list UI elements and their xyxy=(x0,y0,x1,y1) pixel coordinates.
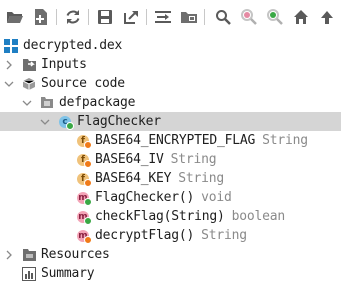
tree-row-class[interactable]: c FlagChecker xyxy=(0,112,341,131)
method-icon: m xyxy=(75,190,92,206)
member-type: String xyxy=(170,152,217,167)
tree-row-inputs[interactable]: Inputs xyxy=(0,55,341,74)
save-icon[interactable] xyxy=(94,6,116,28)
chevron-down-icon[interactable] xyxy=(4,79,14,89)
search-icon[interactable] xyxy=(212,6,234,28)
tree-row-source-code[interactable]: Source code xyxy=(0,74,341,93)
method-icon: m xyxy=(75,228,92,244)
tree-label-source-code: Source code xyxy=(41,76,125,91)
member-name: decryptFlag() xyxy=(95,228,195,243)
tree-row-package[interactable]: defpackage xyxy=(0,93,341,112)
resources-folder-icon xyxy=(21,247,37,263)
field-icon: f xyxy=(75,171,92,187)
grid-icon xyxy=(3,38,19,54)
chevron-down-icon[interactable] xyxy=(40,117,50,127)
tree-row-member[interactable]: m decryptFlag() String xyxy=(0,226,341,245)
class-icon: c xyxy=(57,114,74,130)
tree-label-inputs: Inputs xyxy=(41,57,87,72)
sync-editor-icon[interactable] xyxy=(152,6,174,28)
tree-row-member[interactable]: f BASE64_ENCRYPTED_FLAG String xyxy=(0,131,341,150)
tree-row-summary[interactable]: Summary xyxy=(0,264,341,283)
package-folder-icon xyxy=(39,95,55,111)
tree-label-package: defpackage xyxy=(59,95,136,110)
member-type: void xyxy=(201,190,232,205)
export-icon[interactable] xyxy=(120,6,142,28)
field-icon: f xyxy=(75,152,92,168)
chevron-right-icon[interactable] xyxy=(4,60,14,70)
member-name: checkFlag(String) xyxy=(95,209,225,224)
member-name: FlagChecker() xyxy=(95,190,195,205)
add-file-icon[interactable] xyxy=(30,6,52,28)
tree-row-root[interactable]: decrypted.dex xyxy=(0,36,341,55)
chevron-down-icon[interactable] xyxy=(22,98,32,108)
member-type: String xyxy=(178,171,225,186)
member-name: BASE64_KEY xyxy=(95,171,172,186)
search-usage-icon[interactable] xyxy=(264,6,286,28)
tree-label-summary: Summary xyxy=(41,266,95,281)
flatten-packages-icon[interactable] xyxy=(178,6,200,28)
tree-row-member[interactable]: f BASE64_KEY String xyxy=(0,169,341,188)
search-class-icon[interactable] xyxy=(238,6,260,28)
home-icon[interactable] xyxy=(290,6,312,28)
member-name: BASE64_IV xyxy=(95,152,164,167)
member-type: boolean xyxy=(231,209,286,224)
tree-label-resources: Resources xyxy=(41,247,110,262)
inputs-folder-icon xyxy=(21,57,37,73)
arrow-up-icon[interactable] xyxy=(316,6,338,28)
field-icon: f xyxy=(75,133,92,149)
tree-row-member[interactable]: f BASE64_IV String xyxy=(0,150,341,169)
open-folder-icon[interactable] xyxy=(4,6,26,28)
tree-row-member[interactable]: m checkFlag(String) boolean xyxy=(0,207,341,226)
package-box-icon xyxy=(21,76,37,92)
toolbar xyxy=(0,0,341,34)
tree-label-root: decrypted.dex xyxy=(23,38,123,53)
chevron-right-icon[interactable] xyxy=(4,250,14,260)
member-type: String xyxy=(201,228,247,243)
tree-row-member[interactable]: m FlagChecker() void xyxy=(0,188,341,207)
member-name: BASE64_ENCRYPTED_FLAG xyxy=(95,133,256,148)
summary-chart-icon xyxy=(21,266,37,282)
tree-label-class: FlagChecker xyxy=(77,114,161,129)
method-icon: m xyxy=(75,209,92,225)
member-type: String xyxy=(262,133,308,148)
tree-row-resources[interactable]: Resources xyxy=(0,245,341,264)
sync-icon[interactable] xyxy=(62,6,84,28)
